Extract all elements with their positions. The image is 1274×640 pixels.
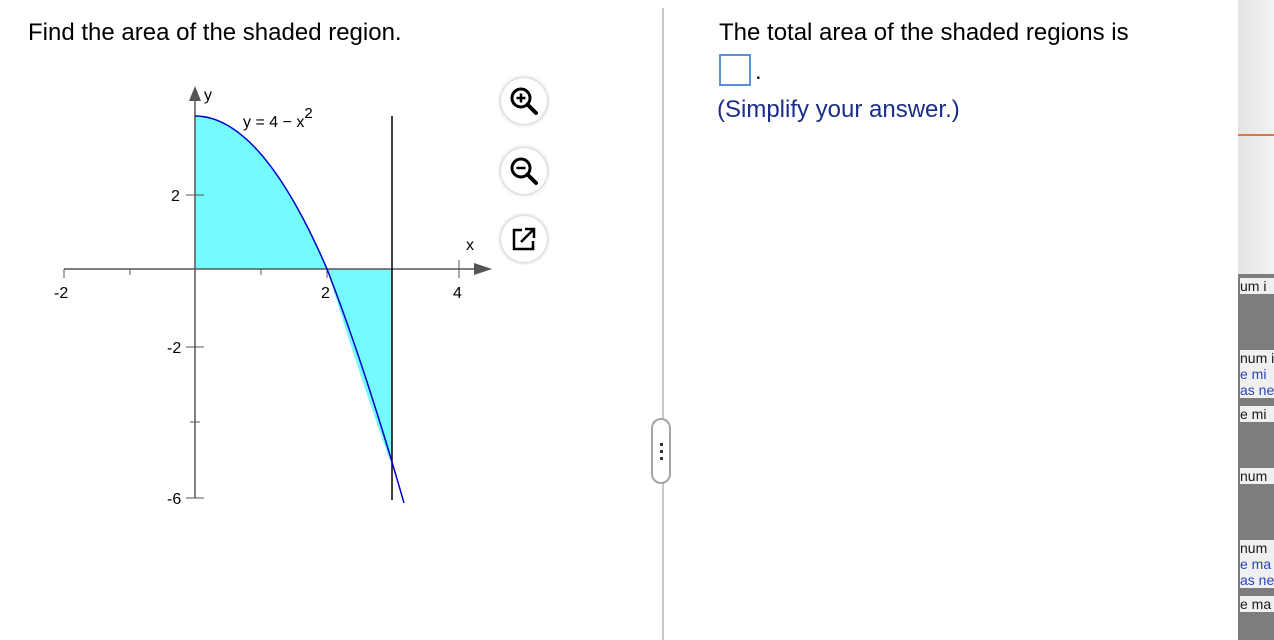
x-tick-label: 2 (321, 285, 330, 302)
x-axis-arrow (474, 263, 492, 275)
x-tick-label: -2 (54, 285, 68, 302)
pane-divider (662, 8, 664, 640)
zoom-out-button[interactable] (501, 148, 547, 194)
x-axis-label: x (466, 237, 474, 254)
shaded-region-left (195, 116, 327, 269)
side-text: um i (1240, 278, 1274, 294)
side-text: e ma (1240, 596, 1274, 612)
shaded-region-right (327, 269, 392, 466)
side-text: e mi (1240, 366, 1274, 382)
popout-icon (512, 227, 536, 251)
answer-input[interactable] (719, 54, 751, 86)
handle-dot (659, 456, 663, 460)
handle-dot (659, 442, 663, 446)
dimmed-area: um i num i e mi as ne e mi num num e ma … (1238, 274, 1274, 640)
zoom-in-icon (510, 87, 538, 115)
zoom-in-button[interactable] (501, 78, 547, 124)
side-text: num (1240, 468, 1274, 484)
accent-line (1238, 134, 1274, 136)
side-text: e mi (1240, 406, 1274, 422)
side-text: as ne (1240, 572, 1274, 588)
side-text: as ne (1240, 382, 1274, 398)
answer-hint: (Simplify your answer.) (717, 96, 960, 123)
y-tick-label: -6 (167, 491, 181, 508)
curve-label: y = 4 − x2 (243, 105, 313, 131)
pane-resize-handle[interactable] (651, 418, 671, 484)
side-text: e ma (1240, 556, 1274, 572)
y-tick-label: 2 (171, 188, 180, 205)
y-tick-label: -2 (167, 340, 181, 357)
background-panel: um i num i e mi as ne e mi num num e ma … (1238, 0, 1274, 640)
y-axis-arrow (189, 86, 201, 101)
side-text: num (1240, 540, 1274, 556)
answer-period: . (755, 58, 762, 85)
zoom-out-icon (510, 157, 538, 185)
side-text: num i (1240, 350, 1274, 366)
x-tick-label: 4 (453, 285, 462, 302)
popout-button[interactable] (501, 216, 547, 262)
handle-dot (659, 449, 663, 453)
y-axis-label: y (204, 87, 212, 104)
answer-prompt: The total area of the shaded regions is (719, 19, 1129, 46)
